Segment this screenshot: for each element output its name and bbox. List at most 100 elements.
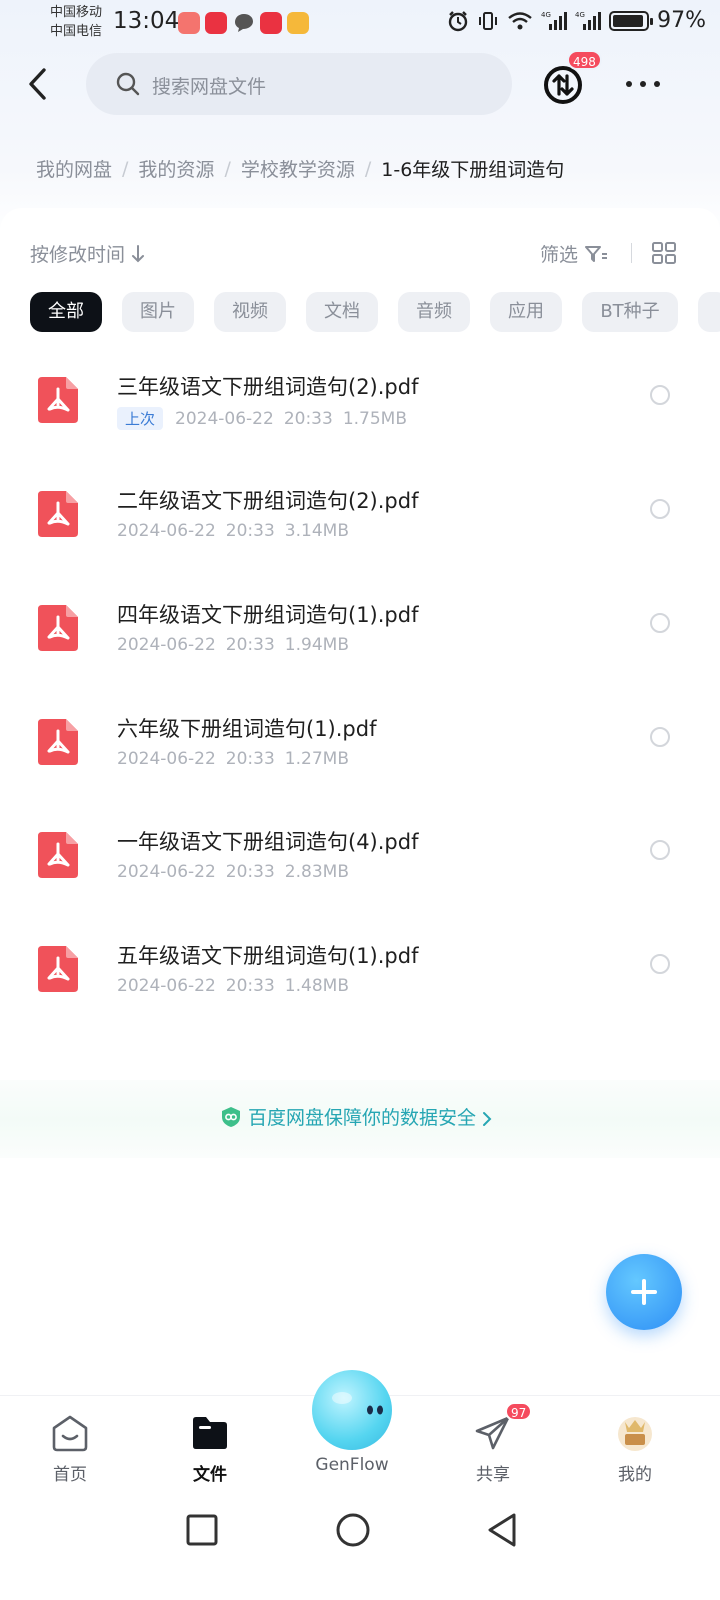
tab-more[interactable] [698,292,720,332]
file-size: 1.94MB [284,635,349,655]
file-date: 2024-06-22 [175,408,274,429]
select-checkbox[interactable] [650,613,670,633]
genflow-button[interactable] [312,1370,392,1450]
breadcrumb-item[interactable]: 我的资源 [138,155,214,182]
sort-label: 按修改时间 [30,244,126,266]
xiaohongshu-icon-2 [260,12,282,34]
tab-bt-torrents[interactable]: BT种子 [582,292,678,332]
file-size: 3.14MB [284,521,349,541]
back-nav-button[interactable] [488,1513,516,1547]
file-name: 二年级语文下册组词造句(2).pdf [117,489,419,513]
toolbar-divider [631,243,632,263]
carrier-2: 中国电信 [50,24,103,39]
search-icon [116,72,140,96]
breadcrumb-item[interactable]: 我的网盘 [36,155,112,182]
tab-audio[interactable]: 音频 [398,292,470,332]
select-checkbox[interactable] [650,499,670,519]
file-date: 2024-06-22 [117,521,216,541]
tab-all[interactable]: 全部 [30,292,102,332]
breadcrumb-item[interactable]: 学校教学资源 [241,155,355,182]
file-meta: 2024-06-22 20:33 3.14MB [117,521,349,541]
file-name: 六年级下册组词造句(1).pdf [117,717,377,741]
file-time: 20:33 [225,976,275,996]
tab-videos[interactable]: 视频 [214,292,286,332]
file-date: 2024-06-22 [117,976,216,996]
status-bar: 中国移动 中国电信 13:04 4G 4G 97% [0,0,720,48]
carrier-1: 中国移动 [50,5,103,20]
file-row[interactable]: 五年级语文下册组词造句(1).pdf 2024-06-22 20:33 1.48… [0,944,720,1046]
file-meta: 2024-06-22 20:33 1.94MB [117,635,349,655]
tab-documents[interactable]: 文档 [306,292,378,332]
pdf-file-icon [38,491,78,537]
vibrate-icon [479,11,498,30]
file-row[interactable]: 一年级语文下册组词造句(4).pdf 2024-06-22 20:33 2.83… [0,830,720,932]
tab-images[interactable]: 图片 [122,292,194,332]
pdf-file-icon [38,605,78,651]
pdf-file-icon [38,719,78,765]
nav-files[interactable]: 文件 [150,1414,270,1485]
breadcrumb: 我的网盘 / 我的资源 / 学校教学资源 / 1-6年级下册组词造句 [36,155,564,182]
carrier-info: 中国移动 中国电信 [50,3,102,41]
search-input[interactable]: 搜索网盘文件 [86,53,512,115]
file-time: 20:33 [225,635,275,655]
back-button[interactable] [22,64,58,104]
file-meta: 2024-06-22 20:33 1.48MB [117,976,349,996]
xiaohongshu-icon [205,12,227,34]
transfer-badge: 498 [567,50,602,70]
sort-button[interactable]: 按修改时间 [30,240,145,267]
data-safety-banner[interactable]: 百度网盘保障你的数据安全 [0,1080,720,1158]
file-size: 1.48MB [284,976,349,996]
battery-percent: 97% [657,8,706,33]
search-placeholder: 搜索网盘文件 [152,76,267,98]
add-button[interactable] [606,1254,682,1330]
file-size: 2.83MB [284,862,349,882]
pinduoduo-icon [178,12,200,34]
file-row[interactable]: 四年级语文下册组词造句(1).pdf 2024-06-22 20:33 1.94… [0,603,720,705]
folder-icon [193,1417,227,1449]
nav-share[interactable]: 共享 [433,1414,553,1485]
file-date: 2024-06-22 [117,635,216,655]
svg-text:4G: 4G [541,11,551,19]
last-opened-badge: 上次 [117,407,164,430]
status-time: 13:04 [113,8,180,34]
nav-mine-label: 我的 [618,1465,652,1485]
file-time: 20:33 [225,749,275,769]
file-row[interactable]: 二年级语文下册组词造句(2).pdf 2024-06-22 20:33 3.14… [0,489,720,591]
file-name: 四年级语文下册组词造句(1).pdf [117,603,419,627]
recent-apps-button[interactable] [186,1514,218,1546]
select-checkbox[interactable] [650,840,670,860]
file-time: 20:33 [225,521,275,541]
file-name: 三年级语文下册组词造句(2).pdf [117,375,419,399]
file-date: 2024-06-22 [117,749,216,769]
pdf-file-icon [38,832,78,878]
nav-files-label: 文件 [193,1465,227,1485]
filter-label: 筛选 [540,244,579,266]
nav-home[interactable]: 首页 [10,1414,130,1485]
file-meta: 2024-06-22 20:33 1.27MB [117,749,349,769]
filter-button[interactable]: 筛选 [540,240,608,267]
battery-icon [609,10,654,31]
lightning-icon [287,12,309,34]
pdf-file-icon [38,946,78,992]
avatar [618,1417,652,1451]
home-icon [52,1415,88,1452]
file-row[interactable]: 三年级语文下册组词造句(2).pdf 上次 2024-06-22 20:33 1… [0,375,720,477]
home-button[interactable] [336,1513,370,1547]
select-checkbox[interactable] [650,385,670,405]
chevron-right-icon [483,1112,492,1126]
nav-mine[interactable]: 我的 [575,1414,695,1485]
file-size: 1.75MB [342,408,407,429]
nav-home-label: 首页 [53,1465,87,1485]
tab-apps[interactable]: 应用 [490,292,562,332]
select-checkbox[interactable] [650,954,670,974]
nav-genflow-label: GenFlow [315,1455,389,1475]
more-options-button[interactable] [622,72,664,96]
file-row[interactable]: 六年级下册组词造句(1).pdf 2024-06-22 20:33 1.27MB [0,717,720,819]
status-right: 4G 4G 97% [447,8,706,33]
signal-4g-icon-2: 4G [575,11,602,30]
grid-view-icon[interactable] [652,242,676,264]
system-navigation-bar [186,1513,516,1547]
select-checkbox[interactable] [650,727,670,747]
alarm-icon [448,10,468,31]
file-name: 五年级语文下册组词造句(1).pdf [117,944,419,968]
